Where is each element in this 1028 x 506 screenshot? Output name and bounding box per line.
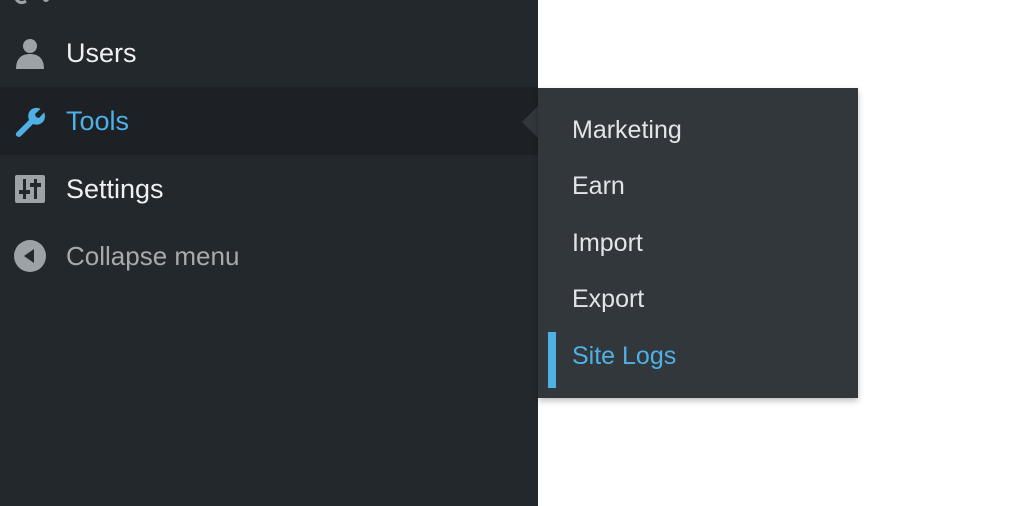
- collapse-arrow-icon: [14, 240, 46, 272]
- submenu-item-label: Import: [572, 228, 643, 257]
- wrench-icon: [14, 105, 46, 137]
- sidebar-item-label: Tools: [66, 105, 130, 136]
- collapse-menu-button[interactable]: Collapse menu: [0, 222, 538, 290]
- submenu-item-label: Earn: [572, 171, 625, 200]
- submenu-item-label: Export: [572, 284, 645, 313]
- submenu-pointer: [522, 106, 538, 138]
- sliders-icon: [14, 173, 46, 205]
- sidebar-item-settings[interactable]: Settings: [0, 155, 538, 223]
- tools-submenu: Marketing Earn Import Export Site Logs: [538, 88, 858, 398]
- submenu-item-export[interactable]: Export: [538, 273, 858, 325]
- collapse-menu-label: Collapse menu: [66, 240, 240, 271]
- admin-sidebar: Users Tools Settings Collapse menu: [0, 0, 538, 506]
- submenu-item-marketing[interactable]: Marketing: [538, 104, 858, 156]
- sidebar-item-users[interactable]: Users: [0, 19, 538, 87]
- sidebar-item-label: Users: [66, 37, 137, 68]
- clipped-menu-item-icon: [14, 0, 74, 5]
- admin-screen: Users Tools Settings Collapse menu Marke…: [0, 0, 1028, 506]
- user-icon: [14, 37, 46, 69]
- submenu-item-label: Marketing: [572, 115, 682, 144]
- submenu-item-label: Site Logs: [572, 341, 677, 370]
- sidebar-item-label: Settings: [66, 173, 164, 204]
- submenu-item-earn[interactable]: Earn: [538, 160, 858, 212]
- current-item-indicator: [548, 332, 556, 388]
- submenu-item-site-logs[interactable]: Site Logs: [538, 330, 858, 388]
- sidebar-item-tools[interactable]: Tools: [0, 87, 538, 155]
- submenu-item-import[interactable]: Import: [538, 217, 858, 269]
